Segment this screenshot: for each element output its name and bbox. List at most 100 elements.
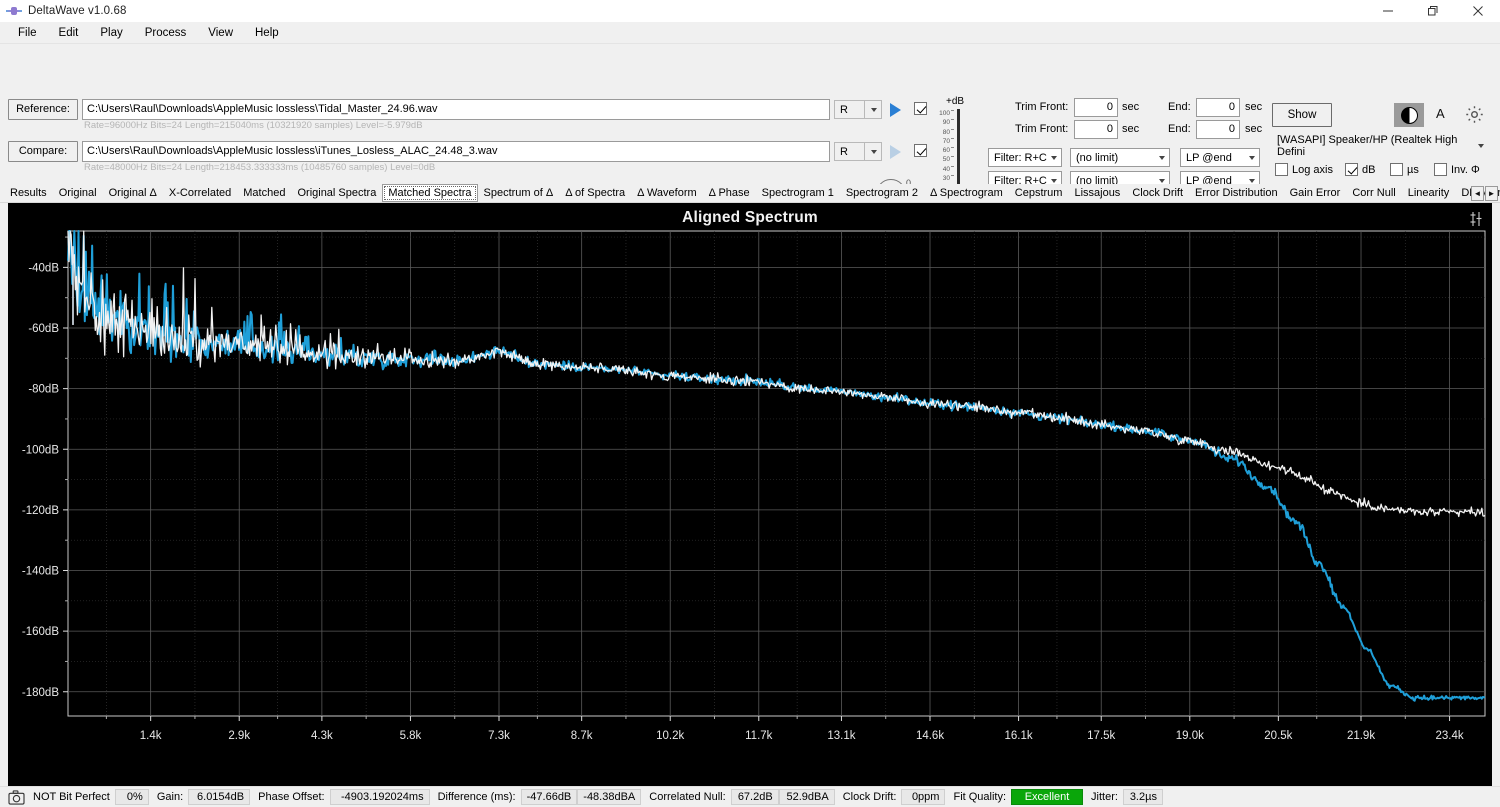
chevron-down-icon	[871, 149, 877, 154]
compare-path-input[interactable]: C:\Users\Raul\Downloads\AppleMusic lossl…	[82, 141, 830, 162]
restore-icon[interactable]	[1410, 0, 1455, 22]
compare-play-button[interactable]	[886, 143, 904, 160]
volume-tick: 50	[942, 156, 950, 164]
tab-spectrum-of-delta[interactable]: Spectrum of Δ	[478, 184, 560, 202]
trim-end-unit-2: sec	[1245, 123, 1263, 135]
tab-matched[interactable]: Matched	[237, 184, 291, 202]
close-icon[interactable]	[1455, 0, 1500, 22]
tab-linearity[interactable]: Linearity	[1402, 184, 1456, 202]
trim-front-label-2: Trim Front:	[1015, 123, 1069, 135]
tab-original-delta[interactable]: Original Δ	[103, 184, 163, 202]
filter-mode2-select-1[interactable]: LP @end	[1180, 148, 1260, 167]
volume-tick: 100	[939, 110, 950, 117]
menu-process[interactable]: Process	[135, 25, 197, 41]
svg-text:7.3k: 7.3k	[488, 730, 510, 742]
tab-bar: Results Original Original Δ X-Correlated…	[0, 184, 1500, 203]
difference-value-dba: -48.38dBA	[577, 789, 642, 805]
tab-x-correlated[interactable]: X-Correlated	[163, 184, 237, 202]
svg-text:2.9k: 2.9k	[228, 730, 250, 742]
db-label: dB	[1362, 164, 1376, 176]
chart-canvas: -40dB -60dB -80dB -100dB -120dB -140dB -160dB -…	[22, 230, 1486, 742]
contrast-button[interactable]	[1394, 103, 1424, 127]
log-axis-checkbox[interactable]	[1275, 163, 1288, 176]
chevron-down-icon	[1249, 155, 1255, 160]
tab-spectrogram-1[interactable]: Spectrogram 1	[756, 184, 840, 202]
reference-channel-dropdown[interactable]	[864, 100, 882, 119]
play-icon	[889, 144, 901, 159]
menu-play[interactable]: Play	[90, 25, 132, 41]
chevron-down-icon	[1249, 178, 1255, 183]
trim-front-input-1[interactable]: 0	[1074, 98, 1118, 117]
menu-file[interactable]: File	[8, 25, 47, 41]
trim-front-input-2[interactable]: 0	[1074, 120, 1118, 139]
volume-tick: 90	[942, 119, 950, 127]
phase-offset-value: -4903.192024ms	[329, 789, 430, 805]
tab-delta-phase[interactable]: Δ Phase	[703, 184, 756, 202]
gain-value: 6.0154dB	[188, 789, 251, 805]
bit-perfect-label: NOT Bit Perfect	[33, 791, 110, 803]
tab-original[interactable]: Original	[53, 184, 103, 202]
volume-tick: 30	[942, 175, 950, 183]
trim-end-input-2[interactable]: 0	[1196, 120, 1240, 139]
svg-text:19.0k: 19.0k	[1176, 730, 1204, 742]
phase-offset-label: Phase Offset:	[258, 791, 325, 803]
tab-scroll-right-button[interactable]: ►	[1485, 186, 1498, 201]
camera-icon[interactable]	[8, 789, 25, 805]
tab-lissajous[interactable]: Lissajous	[1068, 184, 1126, 202]
jitter-value: 3.2µs	[1122, 789, 1163, 805]
tab-gain-error[interactable]: Gain Error	[1284, 184, 1347, 202]
tab-results[interactable]: Results	[4, 184, 53, 202]
menu-help[interactable]: Help	[245, 25, 289, 41]
reference-button[interactable]: Reference:	[8, 99, 78, 120]
chevron-down-icon	[1478, 143, 1484, 148]
svg-text:8.7k: 8.7k	[571, 730, 593, 742]
compare-button[interactable]: Compare:	[8, 141, 78, 162]
reference-path-input[interactable]: C:\Users\Raul\Downloads\AppleMusic lossl…	[82, 99, 830, 120]
tab-cepstrum[interactable]: Cepstrum	[1009, 184, 1069, 202]
show-button[interactable]: Show	[1272, 103, 1332, 127]
tab-spectrogram-2[interactable]: Spectrogram 2	[840, 184, 924, 202]
correlated-null-value-db: 67.2dB	[730, 789, 779, 805]
db-checkbox[interactable]	[1345, 163, 1358, 176]
tab-delta-spectrogram[interactable]: Δ Spectrogram	[924, 184, 1009, 202]
spectrum-chart[interactable]: Aligned Spectrum -40dB -60dB -80dB -100dB -1…	[8, 203, 1492, 786]
fit-quality-label: Fit Quality:	[953, 791, 1007, 803]
gain-label: Gain:	[156, 791, 184, 803]
audio-device-select[interactable]: [WASAPI] Speaker/HP (Realtek High Defini	[1272, 134, 1488, 158]
compare-enable-checkbox[interactable]	[914, 144, 927, 157]
svg-text:-120dB: -120dB	[22, 505, 59, 517]
reference-play-button[interactable]	[886, 101, 904, 118]
trim-end-input-1[interactable]: 0	[1196, 98, 1240, 117]
invert-phase-checkbox[interactable]	[1434, 163, 1447, 176]
tab-clock-drift[interactable]: Clock Drift	[1126, 184, 1189, 202]
menu-edit[interactable]: Edit	[49, 25, 89, 41]
svg-text:-160dB: -160dB	[22, 626, 59, 638]
microseconds-checkbox[interactable]	[1390, 163, 1403, 176]
tab-delta-of-spectra[interactable]: Δ of Spectra	[559, 184, 631, 202]
compare-channel-dropdown[interactable]	[864, 142, 882, 161]
chevron-down-icon	[1159, 178, 1165, 183]
tab-corr-null[interactable]: Corr Null	[1346, 184, 1401, 202]
svg-text:-140dB: -140dB	[22, 566, 59, 578]
tab-original-spectra[interactable]: Original Spectra	[291, 184, 382, 202]
reference-enable-checkbox[interactable]	[914, 102, 927, 115]
deltawave-window: DeltaWave v1.0.68 File Edit Play Process…	[0, 0, 1500, 807]
trim-front-unit-1: sec	[1122, 101, 1140, 113]
correlated-null-value-dba: 52.9dBA	[778, 789, 835, 805]
status-bar: NOT Bit Perfect 0% Gain: 6.0154dB Phase …	[0, 786, 1500, 807]
filter-limit-select-1[interactable]: (no limit)	[1070, 148, 1170, 167]
volume-tick: 80	[942, 128, 950, 136]
trim-end-label-1: End:	[1168, 101, 1191, 113]
tab-delta-waveform[interactable]: Δ Waveform	[631, 184, 703, 202]
svg-text:17.5k: 17.5k	[1087, 730, 1115, 742]
menu-view[interactable]: View	[198, 25, 243, 41]
font-size-button[interactable]: A	[1436, 106, 1445, 121]
tab-scroll-left-button[interactable]: ◄	[1471, 186, 1484, 201]
filter-mode-select-1[interactable]: Filter: R+C	[988, 148, 1062, 167]
volume-label: +dB	[946, 96, 965, 107]
gear-icon[interactable]	[1464, 104, 1485, 130]
minimize-icon[interactable]	[1365, 0, 1410, 22]
tab-matched-spectra[interactable]: Matched Spectra	[382, 184, 478, 202]
window-title: DeltaWave v1.0.68	[28, 5, 127, 17]
tab-error-distribution[interactable]: Error Distribution	[1189, 184, 1284, 202]
